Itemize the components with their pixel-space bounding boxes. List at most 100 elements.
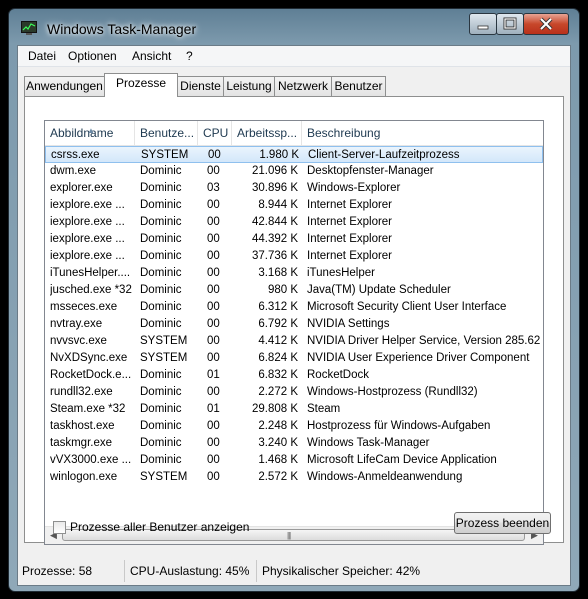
- cell-mem: 44.392 K: [251, 233, 298, 245]
- cell-cpu: 00: [207, 386, 220, 398]
- table-row[interactable]: explorer.exe Dominic 03 30.896 K Windows-Exp…: [45, 180, 543, 197]
- table-row[interactable]: iexplore.exe ... Dominic 00 37.736 K Interne…: [45, 248, 543, 265]
- cell-name: csrss.exe: [51, 149, 100, 161]
- table-row[interactable]: vVX3000.exe ... Dominic 00 1.468 K Microsoft…: [45, 452, 543, 469]
- column-header-user[interactable]: Benutze...: [135, 121, 198, 145]
- menu-help[interactable]: ?: [186, 49, 193, 63]
- cell-mem: 1.468 K: [258, 454, 298, 466]
- cell-desc: Microsoft LifeCam Device Application: [307, 454, 497, 466]
- cell-cpu: 00: [207, 233, 220, 245]
- table-row[interactable]: dwm.exe Dominic 00 21.096 K Desktopfenster-M…: [45, 163, 543, 180]
- cell-desc: Steam: [307, 403, 341, 415]
- tab-netzwerk[interactable]: Netzwerk: [274, 76, 332, 96]
- tab-anwendungen[interactable]: Anwendungen: [24, 76, 105, 96]
- process-list[interactable]: ▲ Abbildname Benutze... CPU Arbeitssp...…: [44, 120, 544, 545]
- cell-name: winlogon.exe: [50, 471, 118, 483]
- cell-desc: NVIDIA Driver Helper Service, Version 28…: [307, 335, 541, 347]
- status-physical-memory: Physikalischer Speicher: 42%: [262, 564, 421, 578]
- cell-desc: iTunesHelper: [307, 267, 375, 279]
- minimize-button[interactable]: [469, 13, 497, 35]
- cell-mem: 4.412 K: [258, 335, 298, 347]
- cell-desc: Desktopfenster-Manager: [307, 165, 434, 177]
- cell-user: SYSTEM: [140, 471, 188, 483]
- title-bar[interactable]: Windows Task-Manager: [9, 9, 579, 45]
- cell-mem: 6.792 K: [258, 318, 298, 330]
- cell-cpu: 03: [207, 182, 220, 194]
- table-row[interactable]: msseces.exe Dominic 00 6.312 K Microsoft Sec…: [45, 299, 543, 316]
- cell-name: iexplore.exe ...: [50, 233, 125, 245]
- cell-name: msseces.exe: [50, 301, 118, 313]
- cell-cpu: 00: [207, 352, 220, 364]
- column-header-memory[interactable]: Arbeitssp...: [232, 121, 302, 145]
- cell-cpu: 00: [207, 454, 220, 466]
- cell-mem: 3.168 K: [258, 267, 298, 279]
- column-header-description[interactable]: Beschreibung: [302, 121, 543, 145]
- cell-cpu: 00: [207, 420, 220, 432]
- show-all-users-checkbox[interactable]: [53, 521, 66, 534]
- status-divider: [124, 560, 125, 582]
- cell-desc: Windows-Explorer: [307, 182, 401, 194]
- cell-cpu: 00: [207, 284, 220, 296]
- cell-name: NvXDSync.exe: [50, 352, 128, 364]
- tab-dienste[interactable]: Dienste: [177, 76, 224, 96]
- cell-user: Dominic: [140, 386, 182, 398]
- cell-user: Dominic: [140, 216, 182, 228]
- table-row[interactable]: winlogon.exe SYSTEM 00 2.572 K Windows-Anmel…: [45, 469, 543, 486]
- column-header-cpu[interactable]: CPU: [198, 121, 232, 145]
- cell-cpu: 00: [207, 335, 220, 347]
- table-row[interactable]: iexplore.exe ... Dominic 00 44.392 K Interne…: [45, 231, 543, 248]
- task-manager-window: Windows Task-Manager Datei Optionen Ansi…: [8, 8, 580, 592]
- menu-optionen[interactable]: Optionen: [68, 49, 117, 63]
- cell-user: Dominic: [140, 403, 182, 415]
- table-row[interactable]: RocketDock.e... Dominic 01 6.832 K RocketDoc…: [45, 367, 543, 384]
- sort-ascending-icon: ▲: [87, 126, 95, 135]
- cell-name: iexplore.exe ...: [50, 216, 125, 228]
- menu-datei[interactable]: Datei: [28, 49, 56, 63]
- cell-desc: Hostprozess für Windows-Aufgaben: [307, 420, 491, 432]
- table-row[interactable]: csrss.exe SYSTEM 00 1.980 K Client-Server-La…: [45, 146, 543, 163]
- cell-desc: Internet Explorer: [307, 250, 393, 262]
- end-process-button[interactable]: Prozess beenden: [454, 512, 551, 534]
- table-row[interactable]: rundll32.exe Dominic 00 2.272 K Windows-Host…: [45, 384, 543, 401]
- cell-user: Dominic: [140, 284, 182, 296]
- cell-cpu: 01: [207, 369, 220, 381]
- tab-prozesse[interactable]: Prozesse: [104, 73, 178, 97]
- table-row[interactable]: iTunesHelper.... Dominic 00 3.168 K iTunesHe…: [45, 265, 543, 282]
- client-area: Datei Optionen Ansicht ? Anwendungen Pro…: [17, 45, 571, 586]
- tab-leistung[interactable]: Leistung: [223, 76, 275, 96]
- list-header: ▲ Abbildname Benutze... CPU Arbeitssp...…: [45, 121, 543, 146]
- column-header-image-name[interactable]: ▲ Abbildname: [45, 121, 135, 145]
- cell-user: Dominic: [140, 250, 182, 262]
- table-row[interactable]: iexplore.exe ... Dominic 00 8.944 K Internet…: [45, 197, 543, 214]
- cell-name: rundll32.exe: [50, 386, 113, 398]
- maximize-button[interactable]: [496, 13, 524, 35]
- table-row[interactable]: iexplore.exe ... Dominic 00 42.844 K Interne…: [45, 214, 543, 231]
- cell-mem: 29.808 K: [251, 403, 298, 415]
- table-row[interactable]: jusched.exe *32 Dominic 00 980 K Java(TM) Up…: [45, 282, 543, 299]
- table-row[interactable]: taskhost.exe Dominic 00 2.248 K Hostprozess …: [45, 418, 543, 435]
- show-all-users-label[interactable]: Prozesse aller Benutzer anzeigen: [70, 520, 249, 534]
- cell-user: Dominic: [140, 301, 182, 313]
- table-row[interactable]: taskmgr.exe Dominic 00 3.240 K Windows Task-…: [45, 435, 543, 452]
- cell-user: Dominic: [140, 182, 182, 194]
- cell-name: RocketDock.e...: [50, 369, 132, 381]
- cell-mem: 6.832 K: [258, 369, 298, 381]
- menu-ansicht[interactable]: Ansicht: [132, 49, 171, 63]
- close-button[interactable]: [523, 13, 569, 35]
- cell-user: Dominic: [140, 267, 182, 279]
- cell-cpu: 00: [208, 149, 221, 161]
- table-row[interactable]: NvXDSync.exe SYSTEM 00 6.824 K NVIDIA User E…: [45, 350, 543, 367]
- table-row[interactable]: nvvsvc.exe SYSTEM 00 4.412 K NVIDIA Driver H…: [45, 333, 543, 350]
- cell-cpu: 00: [207, 250, 220, 262]
- cell-user: Dominic: [140, 454, 182, 466]
- cell-name: nvtray.exe: [50, 318, 103, 330]
- cell-user: Dominic: [140, 318, 182, 330]
- cell-mem: 6.824 K: [258, 352, 298, 364]
- tab-benutzer[interactable]: Benutzer: [331, 76, 386, 96]
- cell-user: Dominic: [140, 199, 182, 211]
- table-row[interactable]: Steam.exe *32 Dominic 01 29.808 K Steam: [45, 401, 543, 418]
- cell-name: taskhost.exe: [50, 420, 115, 432]
- cell-user: Dominic: [140, 369, 182, 381]
- table-row[interactable]: nvtray.exe Dominic 00 6.792 K NVIDIA Setting…: [45, 316, 543, 333]
- cell-user: SYSTEM: [140, 352, 188, 364]
